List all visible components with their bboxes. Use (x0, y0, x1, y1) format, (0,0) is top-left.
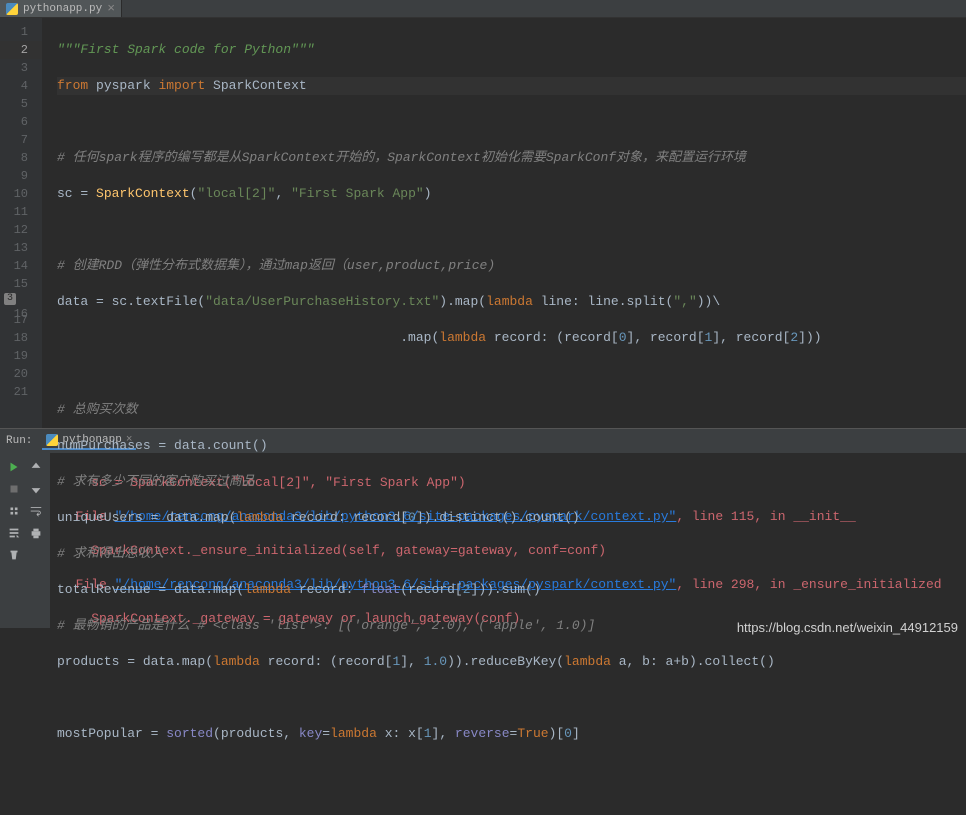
stop-button[interactable] (4, 479, 24, 499)
run-toolbar (0, 453, 50, 628)
code-area[interactable]: """First Spark code for Python""" from p… (42, 18, 966, 428)
soft-wrap-button[interactable] (26, 501, 46, 521)
line-number: 14 (0, 257, 42, 275)
editor-tab-pythonapp[interactable]: pythonapp.py × (0, 0, 122, 17)
editor-tab-bar: pythonapp.py × (0, 0, 966, 18)
line-number: 21 (0, 383, 42, 401)
close-icon[interactable]: × (107, 1, 115, 16)
line-number: 6 (0, 113, 42, 131)
line-number: 9 (0, 167, 42, 185)
line-number: 13 (0, 239, 42, 257)
print-button[interactable] (26, 523, 46, 543)
scroll-to-end-button[interactable] (4, 523, 24, 543)
down-button[interactable] (26, 479, 46, 499)
rerun-button[interactable] (4, 457, 24, 477)
trash-button[interactable] (4, 545, 24, 565)
line-number: 19 (0, 347, 42, 365)
up-button[interactable] (26, 457, 46, 477)
line-number: 1 (0, 23, 42, 41)
line-number: 7 (0, 131, 42, 149)
line-number: 20 (0, 365, 42, 383)
tab-filename: pythonapp.py (23, 3, 102, 15)
line-number: 5 (0, 95, 42, 113)
line-number: 3 (0, 59, 42, 77)
line-number: 10 (0, 185, 42, 203)
line-number: 4 (0, 77, 42, 95)
line-number-gutter: 1 2 3 4 5 6 7 8 9 10 11 12 13 14 15 316 … (0, 18, 42, 428)
watermark: https://blog.csdn.net/weixin_44912159 (737, 620, 958, 635)
python-file-icon (6, 3, 18, 15)
line-number: 316 (0, 293, 42, 311)
restart-button[interactable] (4, 501, 24, 521)
line-number: 18 (0, 329, 42, 347)
code-editor[interactable]: 1 2 3 4 5 6 7 8 9 10 11 12 13 14 15 316 … (0, 18, 966, 428)
line-number: 8 (0, 149, 42, 167)
line-number: 11 (0, 203, 42, 221)
line-number: 15 (0, 275, 42, 293)
gutter-mark[interactable]: 3 (4, 293, 16, 305)
line-number: 2 (0, 41, 42, 59)
line-number: 17 (0, 311, 42, 329)
run-label: Run: (6, 435, 32, 447)
line-number: 12 (0, 221, 42, 239)
